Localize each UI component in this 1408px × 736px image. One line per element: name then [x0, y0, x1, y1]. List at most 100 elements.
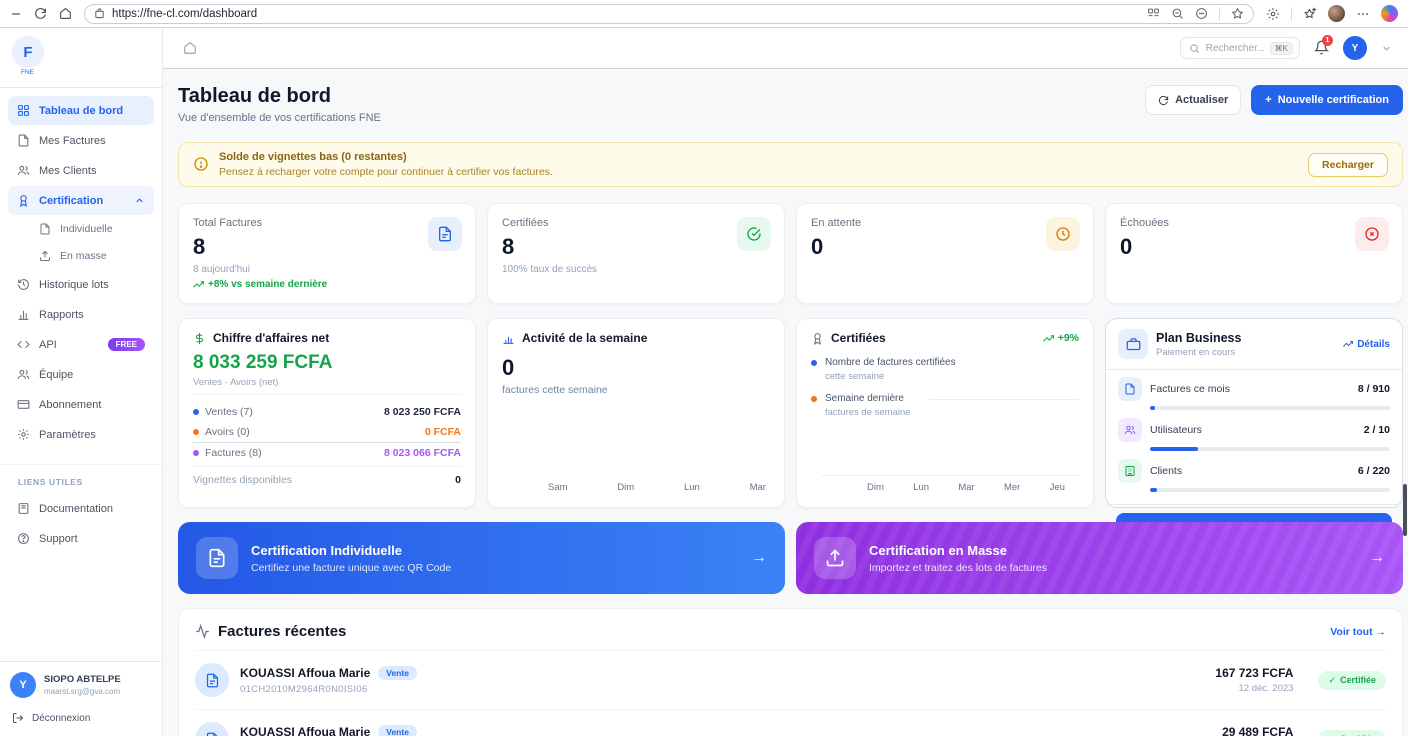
app-topbar: ⌘K 1 Y	[163, 28, 1408, 69]
logo-mark: F	[12, 36, 44, 68]
search-input[interactable]	[1206, 43, 1264, 54]
app-logo[interactable]: F FNE	[0, 28, 162, 88]
address-bar[interactable]: https://fne-cl.com/dashboard	[84, 4, 1254, 24]
file-icon	[1118, 377, 1142, 401]
sidebar-item-certification-individual[interactable]: Individuelle	[30, 216, 154, 242]
team-icon	[17, 368, 30, 381]
status-badge: ✓ Certifiée	[1318, 671, 1386, 690]
sidebar-item-label: Documentation	[39, 503, 113, 515]
revenue-caption: Ventes - Avoirs (net)	[193, 377, 461, 395]
sidebar-item-label: Rapports	[39, 309, 84, 321]
invoice-reference: 01CH2010M2964R0N0ISI06	[240, 684, 417, 695]
stat-label: Certifiées	[502, 217, 770, 229]
window-minimize-icon[interactable]	[10, 8, 22, 20]
revenue-row-sales: Ventes (7) 8 023 250 FCFA	[193, 402, 461, 422]
individual-certification-banner[interactable]: Certification Individuelle Certifiez une…	[178, 522, 785, 594]
stat-label: Total Factures	[193, 217, 461, 229]
warning-icon	[193, 156, 209, 174]
history-icon	[17, 278, 30, 291]
sidebar-item-certification-bulk[interactable]: En masse	[30, 243, 154, 269]
global-search[interactable]: ⌘K	[1180, 37, 1300, 59]
page-security-icon[interactable]	[94, 8, 105, 19]
logout-button[interactable]: Déconnexion	[10, 712, 152, 724]
browser-profile-avatar[interactable]	[1328, 5, 1345, 22]
sidebar-item-label: Historique lots	[39, 279, 109, 291]
sidebar-item-certification[interactable]: Certification	[8, 186, 154, 215]
stat-value: 0	[811, 234, 1079, 260]
bulk-certification-banner[interactable]: Certification en Masse Importez et trait…	[796, 522, 1403, 594]
progress-bar	[1150, 488, 1390, 492]
arrow-right-icon: →	[1376, 626, 1387, 638]
alert-title: Solde de vignettes bas (0 restantes)	[219, 151, 553, 163]
sidebar-item-team[interactable]: Équipe	[8, 360, 154, 389]
home-icon[interactable]	[59, 7, 72, 20]
arrow-right-icon: →	[1369, 549, 1385, 567]
legend-last-week: Semaine dernière factures de semaine	[811, 393, 1079, 418]
topbar-avatar[interactable]: Y	[1343, 36, 1367, 60]
revenue-row-invoices: Factures (8) 8 023 066 FCFA	[193, 443, 461, 463]
notifications-button[interactable]: 1	[1314, 39, 1329, 57]
recharge-button[interactable]: Recharger	[1308, 153, 1388, 177]
trend-up-icon	[193, 279, 204, 290]
stat-trend: +8% vs semaine dernière	[193, 279, 461, 290]
alert-message: Pensez à recharger votre compte pour con…	[219, 166, 553, 178]
url-text[interactable]: https://fne-cl.com/dashboard	[112, 8, 1140, 20]
refresh-icon[interactable]	[34, 7, 47, 20]
file-icon	[17, 134, 30, 147]
invoice-row[interactable]: KOUASSI Affoua Marie Vente 01CH2010M2964…	[195, 650, 1386, 709]
file-icon	[39, 223, 51, 235]
banner-title: Certification Individuelle	[251, 543, 451, 558]
breadcrumb-home-icon[interactable]	[183, 39, 197, 57]
sidebar-item-label: Paramètres	[39, 429, 96, 441]
dashboard-content: Tableau de bord Vue d'ensemble de vos ce…	[163, 69, 1408, 736]
sidebar-item-settings[interactable]: Paramètres	[8, 420, 154, 449]
user-avatar: Y	[10, 672, 36, 698]
copilot-icon[interactable]	[1381, 5, 1398, 22]
browser-menu-icon[interactable]	[1356, 7, 1370, 21]
sidebar-item-history[interactable]: Historique lots	[8, 270, 154, 299]
zoom-out-icon[interactable]	[1171, 5, 1184, 23]
sidebar-item-label: En masse	[60, 250, 107, 262]
sidebar-item-documentation[interactable]: Documentation	[8, 494, 154, 523]
view-all-link[interactable]: Voir tout →	[1330, 626, 1386, 638]
collections-star-icon[interactable]	[1303, 7, 1317, 21]
sidebar-item-clients[interactable]: Mes Clients	[8, 156, 154, 185]
banner-title: Certification en Masse	[869, 543, 1047, 558]
sidebar-item-label: Support	[39, 533, 78, 545]
stat-card-pending: En attente 0	[796, 203, 1094, 304]
sidebar-item-api[interactable]: API FREE	[8, 330, 154, 359]
user-email: maarst.srg@gva.com	[44, 687, 121, 696]
new-certification-button[interactable]: + Nouvelle certification	[1251, 85, 1403, 115]
orange-dot-icon	[193, 429, 199, 435]
divider	[1219, 7, 1220, 21]
invoice-date: 12 déc. 2023	[1215, 683, 1293, 694]
invoice-row[interactable]: KOUASSI Affoua Marie Vente 9133041578005…	[195, 709, 1386, 736]
sidebar-item-support[interactable]: Support	[8, 524, 154, 553]
plan-details-link[interactable]: Détails	[1343, 339, 1390, 350]
status-badge: ✓ Certifiée	[1318, 730, 1386, 736]
favorite-star-icon[interactable]	[1231, 5, 1244, 23]
sidebar-user-section: Y SIOPO ABTELPE maarst.srg@gva.com Décon…	[0, 661, 162, 736]
sidebar-item-dashboard[interactable]: Tableau de bord	[8, 96, 154, 125]
logout-label: Déconnexion	[32, 713, 90, 724]
sidebar-item-subscription[interactable]: Abonnement	[8, 390, 154, 419]
clock-icon	[1046, 217, 1080, 251]
sidebar-item-invoices[interactable]: Mes Factures	[8, 126, 154, 155]
stat-card-total-invoices: Total Factures 8 8 aujourd'hui +8% vs se…	[178, 203, 476, 304]
certified-trend: +9%	[1043, 332, 1079, 344]
revenue-row-credits: Avoirs (0) 0 FCFA	[193, 422, 461, 442]
refresh-icon	[1158, 95, 1169, 106]
reading-mode-icon[interactable]	[1195, 5, 1208, 23]
sidebar: F FNE Tableau de bord Mes Factures Mes C…	[0, 28, 163, 736]
browser-essentials-icon[interactable]	[1266, 7, 1280, 21]
plan-title: Plan Business	[1156, 331, 1241, 345]
error-circle-icon	[1355, 217, 1389, 251]
sidebar-item-reports[interactable]: Rapports	[8, 300, 154, 329]
chevron-down-icon[interactable]	[1381, 43, 1392, 54]
refresh-button[interactable]: Actualiser	[1145, 85, 1241, 115]
scrollbar-thumb[interactable]	[1403, 484, 1407, 536]
weekly-activity-card: Activité de la semaine 0 factures cette …	[487, 318, 785, 508]
user-profile[interactable]: Y SIOPO ABTELPE maarst.srg@gva.com	[10, 672, 152, 698]
banner-subtitle: Importez et traitez des lots de factures	[869, 562, 1047, 574]
split-screen-icon[interactable]	[1147, 5, 1160, 23]
